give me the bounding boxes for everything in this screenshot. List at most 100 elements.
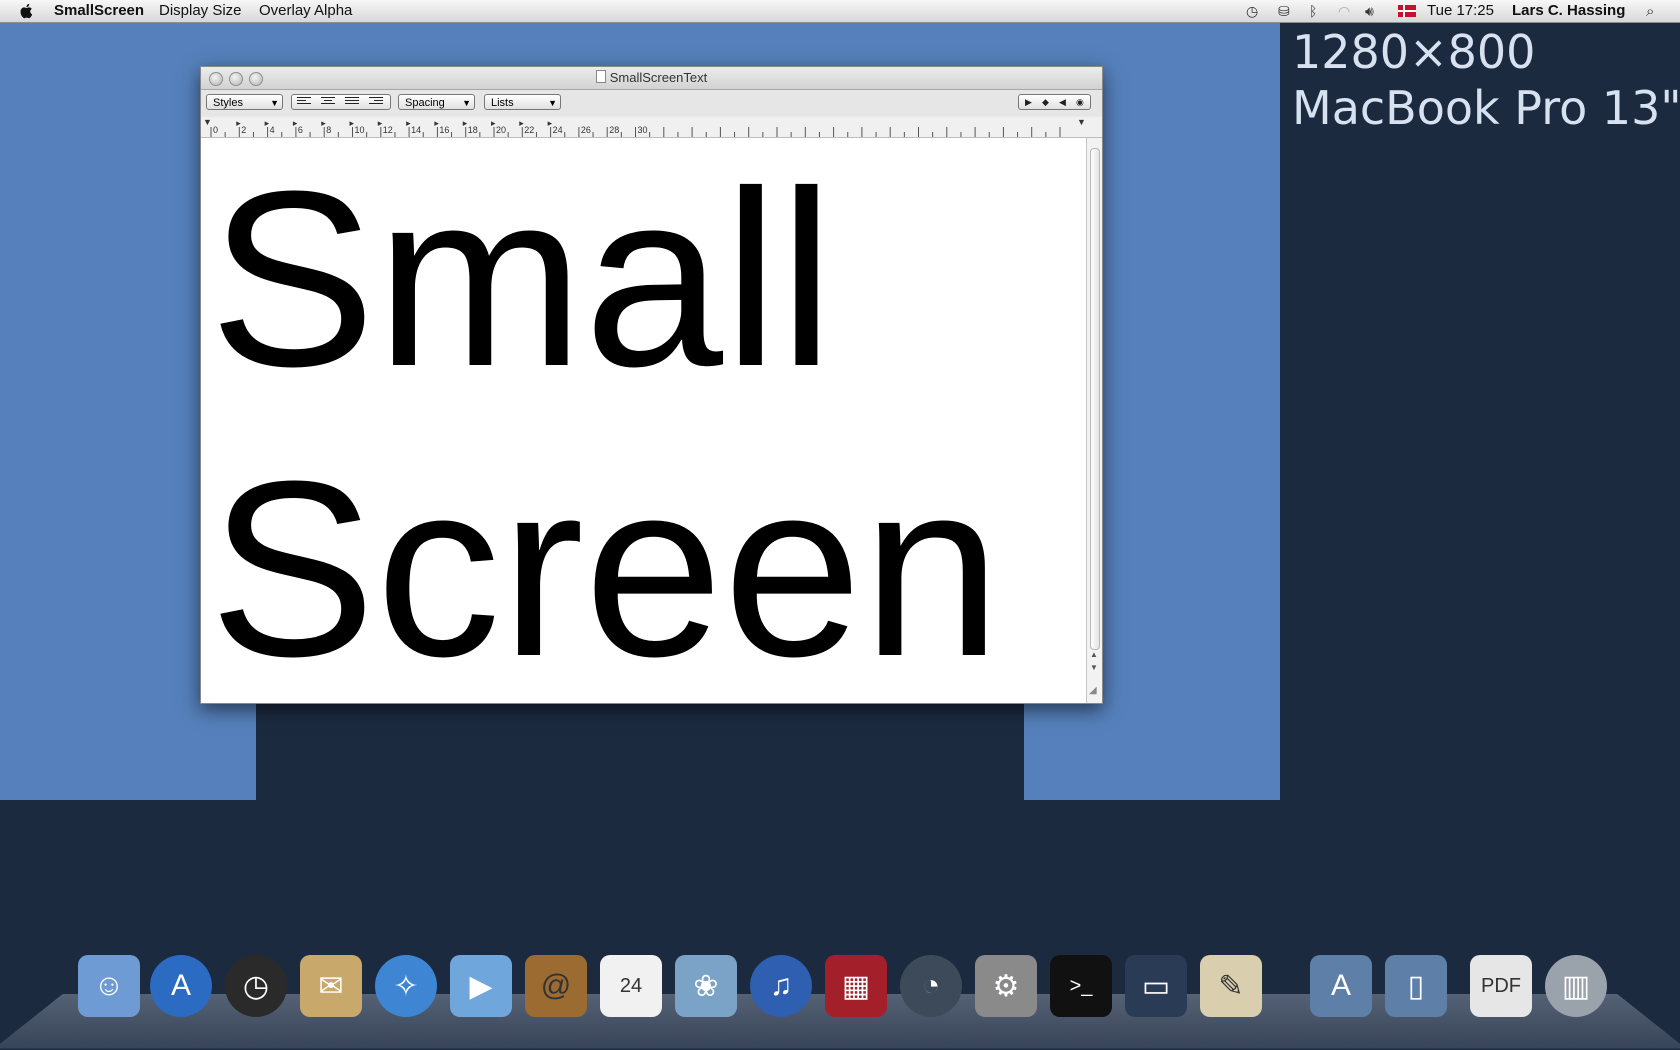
- time-machine-icon[interactable]: ◔: [900, 955, 962, 1017]
- ruler-number: 16: [439, 125, 450, 135]
- ruler-number: 22: [524, 125, 535, 135]
- tab-stop-marker[interactable]: ▸: [350, 118, 355, 129]
- menubar-clock[interactable]: Tue 17:25: [1427, 2, 1494, 19]
- styles-popup[interactable]: Styles ▼: [206, 94, 283, 110]
- simulated-screen-right: [1024, 700, 1280, 800]
- resize-grip-icon[interactable]: ◢: [1089, 685, 1097, 696]
- itunes-icon[interactable]: ♫: [750, 955, 812, 1017]
- facetime-icon[interactable]: ▶: [450, 955, 512, 1017]
- documents-folder-icon[interactable]: ▯: [1385, 955, 1447, 1017]
- mail-icon[interactable]: ✉: [300, 955, 362, 1017]
- spotlight-icon[interactable]: ⌕: [1646, 3, 1654, 20]
- app-store-icon[interactable]: A: [150, 955, 212, 1017]
- window-titlebar[interactable]: SmallScreenText: [201, 67, 1102, 90]
- align-center-icon[interactable]: [321, 97, 335, 107]
- tab-stop-marker[interactable]: ▸: [406, 118, 411, 129]
- align-left-icon[interactable]: [297, 97, 311, 107]
- minimize-button[interactable]: [229, 72, 243, 86]
- menu-display-size[interactable]: Display Size: [159, 2, 242, 19]
- time-machine-icon[interactable]: ◷: [1246, 3, 1258, 20]
- spacing-popup[interactable]: Spacing ▼: [398, 94, 475, 110]
- zoom-button[interactable]: [249, 72, 263, 86]
- spacing-popup-label: Spacing: [405, 97, 445, 109]
- model-label: MacBook Pro 13": [1292, 81, 1680, 135]
- scroll-down-arrow-icon[interactable]: ▼: [1090, 663, 1098, 672]
- first-line-indent-marker[interactable]: ▼: [203, 117, 212, 127]
- tab-stop-marker[interactable]: ▸: [265, 118, 270, 129]
- ruler-number: 26: [580, 125, 591, 135]
- resolution-label: 1280×800: [1292, 25, 1536, 79]
- address-book-icon[interactable]: @: [525, 955, 587, 1017]
- tab-stop-marker[interactable]: ▸: [293, 118, 298, 129]
- chevron-down-icon: ▼: [462, 98, 471, 108]
- app-menu-smallscreen[interactable]: SmallScreen: [54, 2, 144, 19]
- ruler-number: 2: [241, 125, 247, 135]
- safari-icon[interactable]: ✧: [375, 955, 437, 1017]
- ruler-ticks: [210, 127, 1061, 137]
- simulated-screen-left: [0, 700, 256, 800]
- textedit-icon[interactable]: ✎: [1200, 955, 1262, 1017]
- ruler-number: 8: [326, 125, 332, 135]
- ruler-number: 30: [637, 125, 648, 135]
- styles-popup-label: Styles: [213, 97, 243, 109]
- text-area[interactable]: Small Screen: [201, 138, 1086, 703]
- tab-stop-marker[interactable]: ▸: [378, 118, 383, 129]
- wifi-icon[interactable]: ◠: [1338, 3, 1350, 20]
- applications-folder-icon[interactable]: A: [1310, 955, 1372, 1017]
- scroll-up-arrow-icon[interactable]: ▲: [1090, 650, 1098, 659]
- photo-booth-icon[interactable]: ▦: [825, 955, 887, 1017]
- left-tab-icon[interactable]: ▶: [1025, 97, 1032, 108]
- textedit-window: SmallScreenText Styles ▼ Spacing ▼ Lists…: [200, 66, 1103, 704]
- tab-stop-marker[interactable]: ▸: [463, 118, 468, 129]
- right-margin-marker[interactable]: ▼: [1077, 117, 1086, 127]
- menu-overlay-alpha[interactable]: Overlay Alpha: [259, 2, 352, 19]
- tab-stop-marker[interactable]: ▸: [321, 118, 326, 129]
- ruler-number: 18: [467, 125, 478, 135]
- tab-stop-controls: ▶ ◆ ◀ ◉: [1018, 94, 1091, 110]
- flag-icon[interactable]: [1398, 5, 1416, 17]
- terminal-icon[interactable]: >_: [1050, 955, 1112, 1017]
- ruler-number: 20: [496, 125, 507, 135]
- user-account-menu[interactable]: Lars C. Hassing: [1512, 2, 1625, 19]
- pdf-document-icon[interactable]: PDF: [1470, 955, 1532, 1017]
- bluetooth-icon[interactable]: ᛒ: [1309, 3, 1317, 19]
- close-button[interactable]: [209, 72, 223, 86]
- tab-stop-marker[interactable]: ▸: [434, 118, 439, 129]
- screen-size-label: 1280×800 MacBook Pro 13": [1292, 24, 1680, 136]
- binoculars-icon[interactable]: ⛁: [1278, 3, 1290, 20]
- lists-popup[interactable]: Lists ▼: [484, 94, 561, 110]
- ruler[interactable]: 0 2 4 6 8 10 12 14 16 18 20 22 24 26 28 30 ▸ ▸ ▸ ▸ ▸ ▸ ▸ ▸ ▸ ▸ ▸ ▸ …: [201, 117, 1102, 138]
- tab-stop-marker[interactable]: ▸: [548, 118, 553, 129]
- ruler-number: 24: [552, 125, 563, 135]
- text-line-1: Small: [209, 139, 835, 418]
- apple-menu-icon[interactable]: [18, 2, 36, 20]
- text-line-2: Screen: [209, 429, 1002, 703]
- align-right-icon[interactable]: [369, 97, 383, 107]
- tab-stop-marker[interactable]: ▸: [236, 118, 241, 129]
- decimal-tab-icon[interactable]: ◉: [1076, 97, 1084, 108]
- align-justify-icon[interactable]: [345, 97, 359, 107]
- window-title: SmallScreenText: [609, 70, 708, 85]
- center-tab-icon[interactable]: ◆: [1042, 97, 1049, 108]
- lists-popup-label: Lists: [491, 97, 514, 109]
- smallscreen-icon[interactable]: ▭: [1125, 955, 1187, 1017]
- tab-stop-marker[interactable]: ▸: [519, 118, 524, 129]
- alignment-segmented-control: [291, 94, 391, 110]
- vertical-scrollbar[interactable]: ▲ ▼ ◢: [1086, 138, 1102, 703]
- iphoto-icon[interactable]: ❀: [675, 955, 737, 1017]
- system-preferences-icon[interactable]: ⚙: [975, 955, 1037, 1017]
- dashboard-icon[interactable]: ◷: [225, 955, 287, 1017]
- scroll-thumb[interactable]: [1090, 148, 1100, 650]
- ruler-number: 12: [382, 125, 393, 135]
- ruler-number: 4: [269, 125, 275, 135]
- right-tab-icon[interactable]: ◀: [1059, 97, 1066, 108]
- tab-stop-marker[interactable]: ▸: [491, 118, 496, 129]
- chevron-down-icon: ▼: [270, 98, 279, 108]
- calendar-icon[interactable]: 24: [600, 955, 662, 1017]
- ruler-number: 14: [411, 125, 422, 135]
- volume-icon[interactable]: 🔊︎: [1365, 3, 1374, 20]
- trash-icon[interactable]: ▥: [1545, 955, 1607, 1017]
- ruler-number: 0: [213, 125, 219, 135]
- finder-icon[interactable]: ☺: [78, 955, 140, 1017]
- document-icon: [595, 70, 606, 83]
